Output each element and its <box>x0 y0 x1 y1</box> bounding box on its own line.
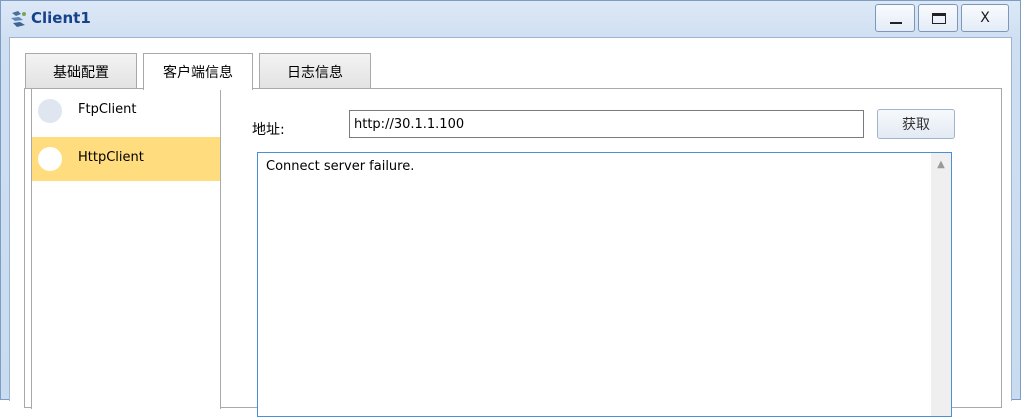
window-title: Client1 <box>31 9 91 27</box>
circle-icon <box>38 99 62 123</box>
response-output[interactable]: Connect server failure. ▲ <box>257 152 952 417</box>
scroll-up-arrow-icon[interactable]: ▲ <box>931 157 951 171</box>
address-input[interactable] <box>349 110 864 138</box>
title-bar[interactable]: Client1 X <box>1 1 1020 35</box>
client-type-list: FtpClient HttpClient <box>31 89 221 409</box>
client-area: 基础配置 客户端信息 日志信息 FtpClient HttpClient 地址:… <box>9 37 1012 417</box>
minimize-button[interactable] <box>875 4 915 32</box>
list-item-label: FtpClient <box>78 102 137 117</box>
list-item-label: HttpClient <box>78 150 144 165</box>
list-item-httpclient[interactable]: HttpClient <box>32 137 220 181</box>
close-icon: X <box>980 10 990 26</box>
address-label: 地址: <box>252 122 285 138</box>
close-button[interactable]: X <box>961 4 1009 32</box>
maximize-button[interactable] <box>918 4 958 32</box>
tab-client-info[interactable]: 客户端信息 <box>143 53 253 90</box>
fetch-button[interactable]: 获取 <box>877 109 955 139</box>
network-app-icon <box>11 11 26 27</box>
client-window: Client1 X 基础配置 客户端信息 日志信息 FtpClient Http… <box>0 0 1021 417</box>
list-item-ftpclient[interactable]: FtpClient <box>32 89 220 133</box>
minimize-icon <box>890 22 902 24</box>
circle-icon <box>38 147 62 171</box>
output-text: Connect server failure. <box>266 159 415 174</box>
tab-log-info[interactable]: 日志信息 <box>259 53 371 89</box>
vertical-scrollbar[interactable]: ▲ <box>931 153 951 416</box>
maximize-icon <box>932 13 946 24</box>
client-info-panel: FtpClient HttpClient 地址: 获取 Connect serv… <box>24 88 1002 417</box>
tab-basic-config[interactable]: 基础配置 <box>25 53 137 89</box>
